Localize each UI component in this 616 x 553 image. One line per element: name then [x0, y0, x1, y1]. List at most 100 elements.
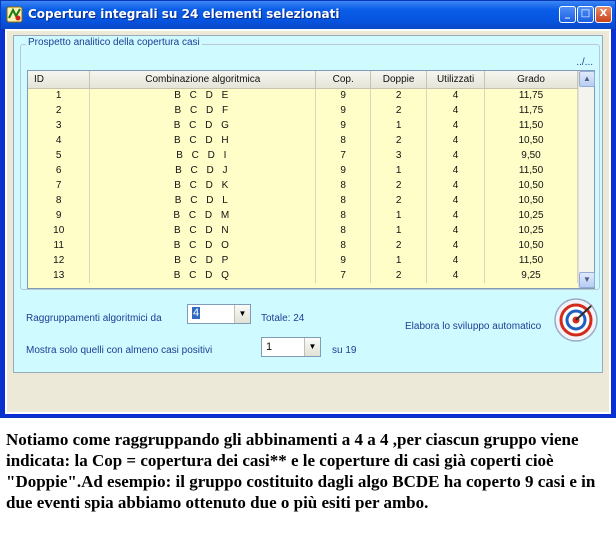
table-row[interactable]: 5B C D I 7 3 4 9,50 [28, 148, 578, 163]
column-header-doppie[interactable]: Doppie [370, 71, 428, 89]
table-row[interactable]: 10 B C D N 8 1 4 10,25 [28, 223, 578, 238]
cell-cop: 9 [315, 163, 372, 178]
maximize-button[interactable]: □ [577, 6, 594, 23]
scroll-up-icon[interactable]: ▲ [579, 71, 595, 87]
table-row[interactable]: 9B C D M 8 1 4 10,25 [28, 208, 578, 223]
table-row[interactable]: 1B C D E 9 2 4 11,75 [28, 88, 578, 103]
cell-combinazione: B C D I [89, 148, 317, 163]
cell-cop: 8 [315, 133, 372, 148]
dialog-body: Prospetto analitico della copertura casi… [7, 31, 609, 412]
cell-doppie: 1 [370, 163, 428, 178]
cell-cop: 8 [315, 178, 372, 193]
cell-grado: 10,25 [484, 223, 578, 238]
table-row[interactable]: 11 B C D O 8 2 4 10,50 [28, 238, 578, 253]
elabora-label: Elabora lo sviluppo automatico [405, 321, 542, 332]
cell-grado: 10,50 [484, 193, 578, 208]
cell-grado: 11,50 [484, 163, 578, 178]
totale-label: Totale: 24 [261, 313, 305, 324]
cell-id: 12 [28, 253, 91, 268]
cell-id: 11 [28, 238, 91, 253]
cell-doppie: 1 [370, 208, 428, 223]
scroll-down-icon[interactable]: ▼ [579, 272, 595, 288]
cell-utilizzati: 4 [426, 223, 486, 238]
cell-id: 7 [28, 178, 91, 193]
table-row[interactable]: 8B C D L 8 2 4 10,50 [28, 193, 578, 208]
cell-doppie: 2 [370, 133, 428, 148]
table-header-row: ID Combinazione algoritmica Cop. Doppie … [28, 71, 578, 89]
more-link[interactable]: ../... [576, 57, 593, 68]
cell-cop: 8 [315, 193, 372, 208]
cell-utilizzati: 4 [426, 133, 486, 148]
cell-utilizzati: 4 [426, 238, 486, 253]
cell-doppie: 1 [370, 253, 428, 268]
window-client: Prospetto analitico della copertura casi… [5, 29, 611, 414]
explanation-caption: Notiamo come raggruppando gli abbinament… [6, 430, 596, 512]
chevron-down-icon[interactable]: ▼ [234, 305, 250, 323]
cell-doppie: 3 [370, 148, 428, 163]
group-title: Prospetto analitico della copertura casi [26, 37, 202, 48]
cell-grado: 10,25 [484, 208, 578, 223]
column-header-grado[interactable]: Grado [484, 71, 578, 89]
cell-id: 3 [28, 118, 91, 133]
content-panel: Prospetto analitico della copertura casi… [13, 35, 603, 373]
table-row[interactable]: 13 B C D Q 7 2 4 9,25 [28, 268, 578, 283]
cell-id: 9 [28, 208, 91, 223]
column-header-cop[interactable]: Cop. [315, 71, 372, 89]
cell-id: 13 [28, 268, 91, 283]
cell-cop: 9 [315, 103, 372, 118]
cell-cop: 9 [315, 253, 372, 268]
cell-cop: 8 [315, 208, 372, 223]
cell-id: 5 [28, 148, 91, 163]
cell-utilizzati: 4 [426, 103, 486, 118]
window-title: Coperture integrali su 24 elementi selez… [28, 7, 340, 21]
cell-grado: 10,50 [484, 238, 578, 253]
column-header-id[interactable]: ID [28, 71, 91, 89]
coverage-table: ID Combinazione algoritmica Cop. Doppie … [28, 71, 578, 283]
analysis-groupbox: Prospetto analitico della copertura casi… [20, 37, 600, 290]
cell-id: 2 [28, 103, 91, 118]
minimize-button[interactable]: _ [559, 6, 576, 23]
cell-doppie: 2 [370, 178, 428, 193]
elabora-target-button[interactable] [554, 298, 598, 342]
cell-cop: 8 [315, 238, 372, 253]
cell-id: 10 [28, 223, 91, 238]
column-header-combinazione[interactable]: Combinazione algoritmica [89, 71, 317, 89]
table-row[interactable]: 4B C D H 8 2 4 10,50 [28, 133, 578, 148]
cell-combinazione: B C D J [89, 163, 317, 178]
cell-utilizzati: 4 [426, 163, 486, 178]
cell-doppie: 2 [370, 238, 428, 253]
mostra-select[interactable]: 1 ▼ [261, 337, 321, 357]
cell-combinazione: B C D H [89, 133, 317, 148]
cell-cop: 9 [315, 88, 372, 103]
cell-combinazione: B C D M [89, 208, 317, 223]
raggruppamenti-select[interactable]: 4 ▼ [187, 304, 251, 324]
cell-doppie: 2 [370, 193, 428, 208]
chevron-down-icon[interactable]: ▼ [304, 338, 320, 356]
cell-grado: 11,50 [484, 253, 578, 268]
table-row[interactable]: 2B C D F 9 2 4 11,75 [28, 103, 578, 118]
vertical-scrollbar[interactable]: ▲ ▼ [578, 71, 595, 288]
cell-combinazione: B C D E [89, 88, 317, 103]
title-bar[interactable]: Coperture integrali su 24 elementi selez… [1, 1, 615, 29]
cell-combinazione: B C D L [89, 193, 317, 208]
table-row[interactable]: 6B C D J 9 1 4 11,50 [28, 163, 578, 178]
cell-cop: 8 [315, 223, 372, 238]
cell-grado: 11,75 [484, 88, 578, 103]
mostra-value: 1 [266, 341, 273, 353]
cell-combinazione: B C D F [89, 103, 317, 118]
table-row[interactable]: 12 B C D P 9 1 4 11,50 [28, 253, 578, 268]
cell-utilizzati: 4 [426, 193, 486, 208]
table-row[interactable]: 7B C D K 8 2 4 10,50 [28, 178, 578, 193]
table-row[interactable]: 3B C D G 9 1 4 11,50 [28, 118, 578, 133]
cell-doppie: 1 [370, 118, 428, 133]
cell-combinazione: B C D K [89, 178, 317, 193]
column-header-utilizzati[interactable]: Utilizzati [426, 71, 486, 89]
coverage-grid[interactable]: ID Combinazione algoritmica Cop. Doppie … [27, 70, 595, 289]
cell-doppie: 2 [370, 103, 428, 118]
cell-utilizzati: 4 [426, 178, 486, 193]
cell-grado: 9,50 [484, 148, 578, 163]
raggruppamenti-value: 4 [192, 307, 201, 319]
cell-cop: 7 [315, 268, 372, 283]
close-button[interactable]: X [595, 6, 612, 23]
cell-id: 4 [28, 133, 91, 148]
